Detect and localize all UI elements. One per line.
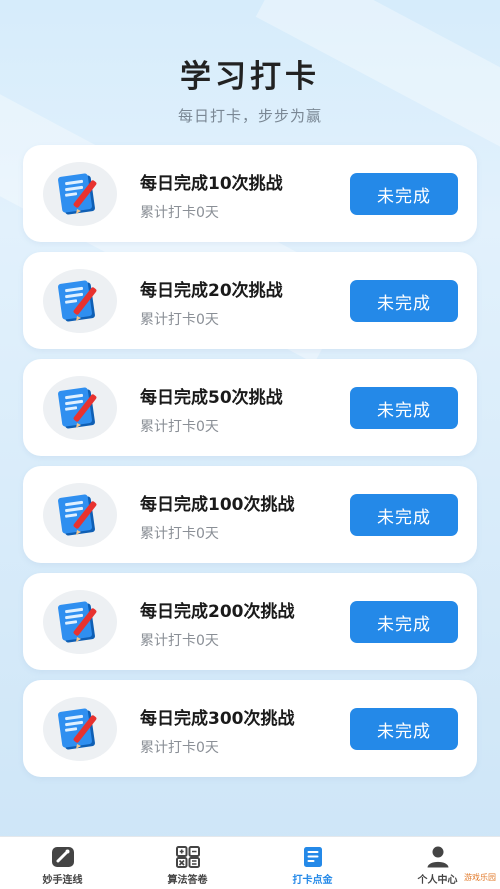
card-title: 每日完成10次挑战 [140,174,283,194]
tab-calculator[interactable]: 算法答卷 [125,837,250,889]
tab-label: 算法答卷 [167,875,208,886]
page-header: 学习打卡 每日打卡，步步为赢 [0,55,500,126]
tab-checkin[interactable]: 打卡点金 [250,837,375,889]
card-title: 每日完成300次挑战 [140,709,295,729]
card-title: 每日完成50次挑战 [140,388,283,408]
card-title: 每日完成20次挑战 [140,281,283,301]
page-title: 学习打卡 [180,59,320,95]
notebook-pen-icon [43,162,117,226]
status-button[interactable]: 未完成 [350,494,458,536]
bottom-tab-bar: 妙手连线 算法答卷 打卡点金 个人中心 [0,836,500,889]
card-subtitle: 累计打卡0天 [140,526,219,542]
tab-link[interactable]: 妙手连线 [0,837,125,889]
notebook-pen-icon [43,697,117,761]
status-button[interactable]: 未完成 [350,387,458,429]
checkin-card: 每日完成50次挑战 累计打卡0天 未完成 [23,359,477,456]
checkin-card: 每日完成100次挑战 累计打卡0天 未完成 [23,466,477,563]
status-button[interactable]: 未完成 [350,280,458,322]
card-subtitle: 累计打卡0天 [140,633,219,649]
card-subtitle: 累计打卡0天 [140,205,219,221]
status-button[interactable]: 未完成 [350,173,458,215]
checkin-list: 每日完成10次挑战 累计打卡0天 未完成 每日完成20次挑战 累计打卡0天 未完… [23,145,477,787]
tab-label: 妙手连线 [42,875,83,886]
page-subtitle: 每日打卡，步步为赢 [177,107,322,125]
tab-label: 打卡点金 [292,875,333,886]
checkin-card: 每日完成10次挑战 累计打卡0天 未完成 [23,145,477,242]
card-title: 每日完成100次挑战 [140,495,295,515]
notebook-pen-icon [43,590,117,654]
card-subtitle: 累计打卡0天 [140,419,219,435]
checkin-card: 每日完成200次挑战 累计打卡0天 未完成 [23,573,477,670]
person-icon [427,846,448,868]
card-subtitle: 累计打卡0天 [140,740,219,756]
card-title: 每日完成200次挑战 [140,602,295,622]
checkin-book-icon [303,847,322,867]
tab-label: 个人中心 [417,875,458,886]
link-icon [51,847,74,867]
checkin-card: 每日完成300次挑战 累计打卡0天 未完成 [23,680,477,777]
notebook-pen-icon [43,483,117,547]
checkin-card: 每日完成20次挑战 累计打卡0天 未完成 [23,252,477,349]
status-button[interactable]: 未完成 [350,708,458,750]
notebook-pen-icon [43,376,117,440]
watermark: 游戏乐园 [464,873,496,882]
status-button[interactable]: 未完成 [350,601,458,643]
card-subtitle: 累计打卡0天 [140,312,219,328]
notebook-pen-icon [43,269,117,333]
calculator-icon [175,846,200,868]
